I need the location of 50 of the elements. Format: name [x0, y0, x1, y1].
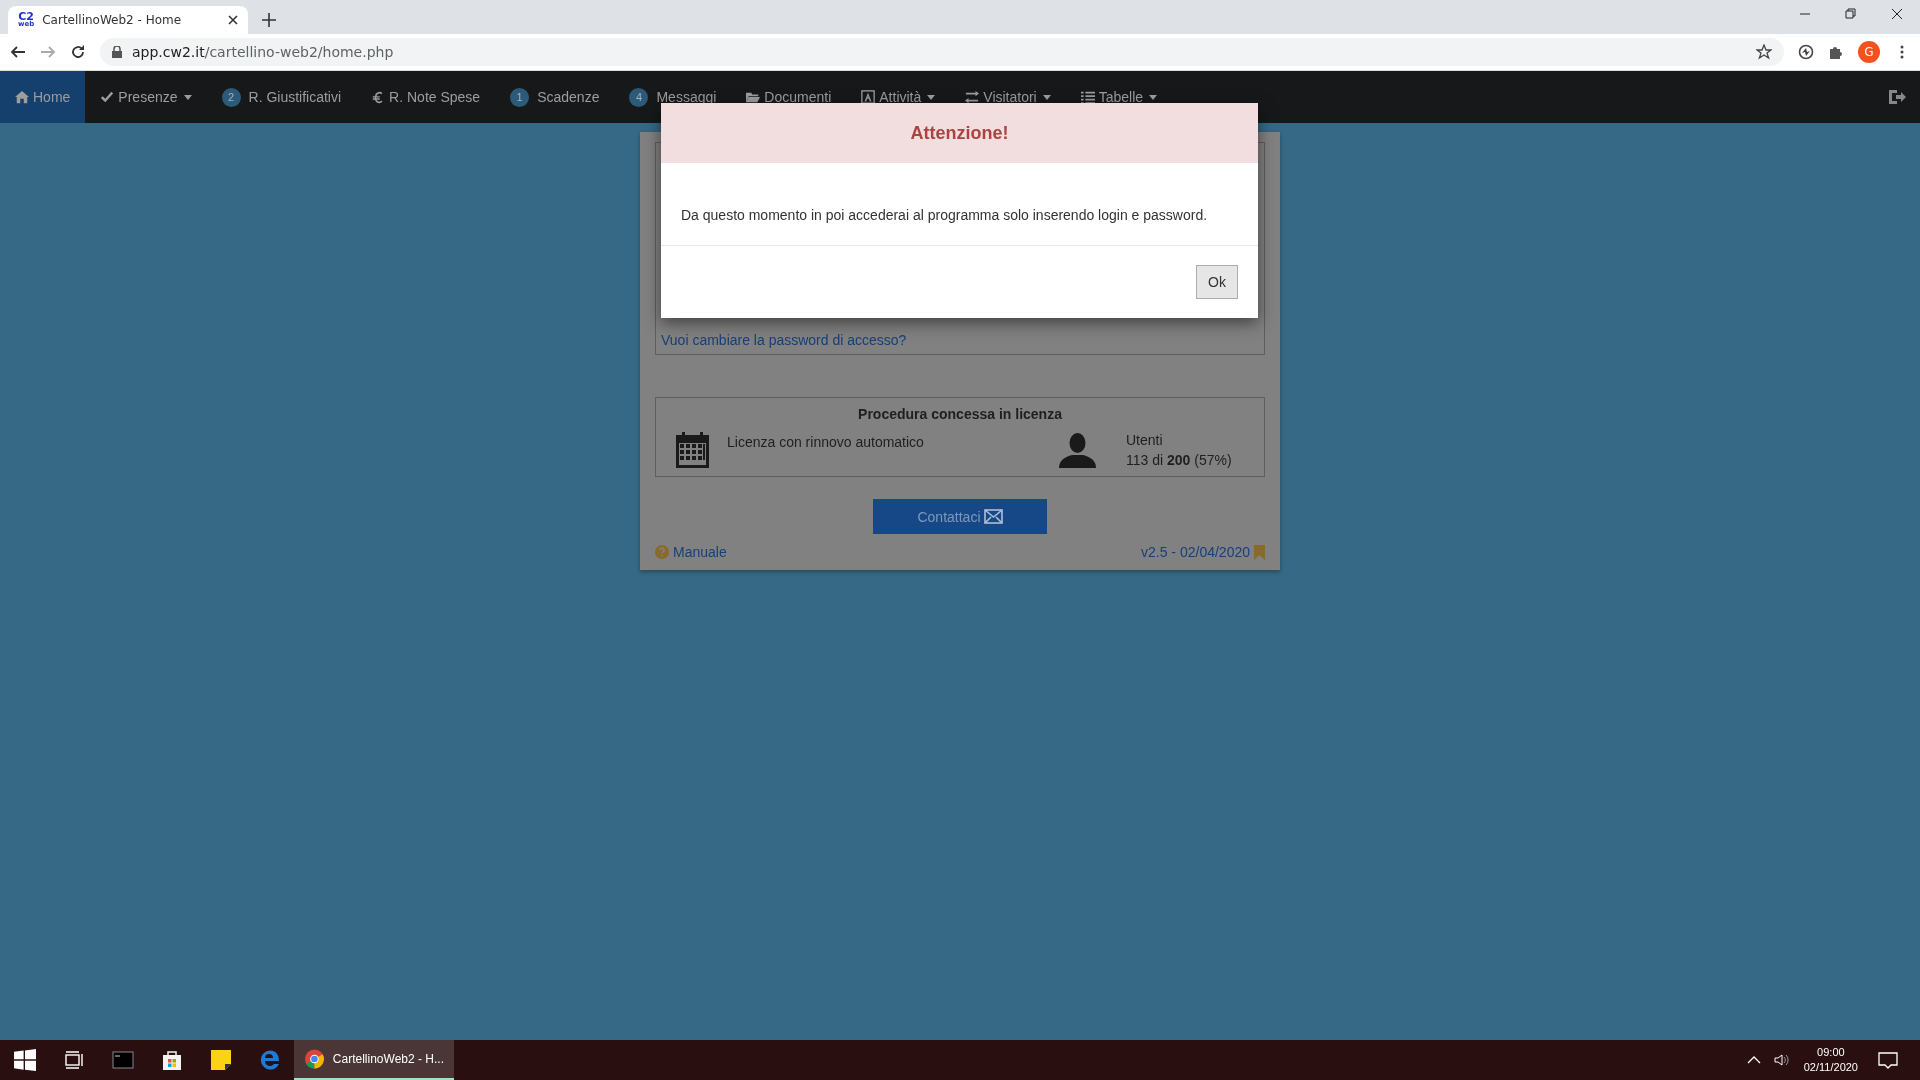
new-tab-icon[interactable]	[262, 13, 276, 27]
back-icon[interactable]	[10, 44, 26, 60]
user-icon	[1059, 432, 1096, 468]
font-icon	[861, 90, 876, 104]
nav-item[interactable]: 2 R. Giustificativi	[206, 71, 357, 123]
clock[interactable]: 09:00 02/11/2020	[1803, 1044, 1858, 1076]
license-text: Licenza con rinnovo automatico	[727, 433, 925, 450]
store-icon[interactable]	[160, 1049, 183, 1071]
dialog-message: Da questo momento in poi accederai al programma solo inserendo login e password.	[681, 207, 1208, 223]
calendar-icon	[676, 432, 709, 468]
nav-item[interactable]: Home	[0, 71, 86, 123]
nav-item[interactable]: Tabelle	[1065, 71, 1173, 123]
sticky-notes-icon[interactable]	[209, 1049, 232, 1071]
license-title: Procedura concessa in licenza	[858, 406, 1062, 422]
users-count: 113 di 200 (57%)	[1126, 452, 1233, 468]
notification-icon[interactable]	[1878, 1050, 1898, 1070]
nav-item[interactable]: Presenze	[85, 71, 207, 123]
nav-item[interactable]: R. Note Spese	[356, 71, 496, 123]
check-icon	[100, 90, 115, 104]
count-badge: 4	[629, 87, 649, 107]
chrome-icon	[304, 1048, 325, 1070]
users-label: Utenti	[1126, 432, 1164, 448]
dialog-title: Attenzione!	[910, 122, 1009, 144]
envelope-icon	[983, 509, 1003, 524]
count-badge: 2	[221, 87, 241, 107]
taskbar-app[interactable]: CartellinoWeb2 - H...	[294, 1040, 454, 1080]
count-badge: 1	[510, 87, 530, 107]
ok-button[interactable]: Ok	[1196, 265, 1238, 299]
nav-item[interactable]: Attività	[846, 71, 951, 123]
close-icon[interactable]	[228, 15, 238, 25]
logout-icon[interactable]	[1888, 88, 1906, 106]
nav-item[interactable]: 1 Scadenze	[495, 71, 615, 123]
profile-avatar[interactable]: G	[1858, 41, 1880, 63]
extensions-icon[interactable]	[1828, 44, 1844, 60]
folder-icon	[746, 90, 761, 104]
home-icon	[15, 90, 29, 104]
star-icon[interactable]	[1756, 44, 1772, 60]
address-bar[interactable]: app.cw2.it/cartellino-web2/home.php	[100, 38, 1784, 66]
edge-icon[interactable]	[258, 1049, 281, 1071]
list-icon	[1080, 90, 1095, 104]
help-icon	[655, 545, 669, 559]
exchange-icon	[965, 90, 980, 104]
reload-icon[interactable]	[70, 44, 86, 60]
nav-item[interactable]: Documenti	[731, 71, 847, 123]
task-view-icon[interactable]	[62, 1049, 85, 1071]
speaker-icon[interactable]	[1773, 1052, 1790, 1068]
windows-icon	[13, 1049, 36, 1071]
lock-icon	[112, 46, 122, 58]
terminal-icon[interactable]	[111, 1049, 134, 1071]
bookmark-icon	[1254, 544, 1265, 560]
